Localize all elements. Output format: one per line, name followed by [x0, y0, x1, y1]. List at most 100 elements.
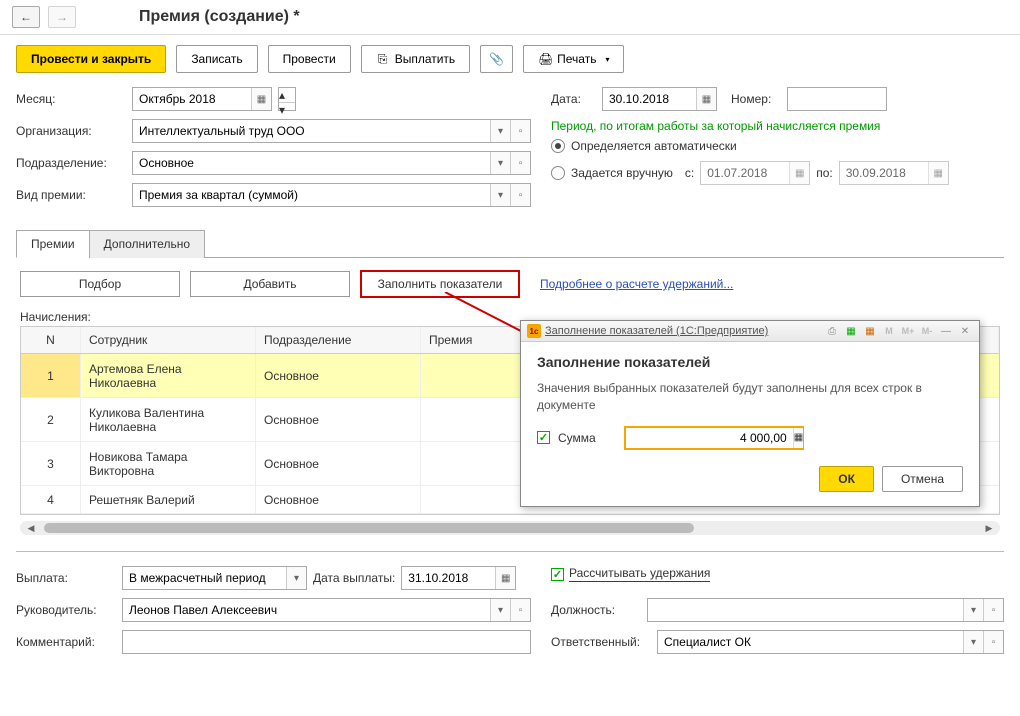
attach-icon: 📎 — [489, 52, 504, 66]
col-employee: Сотрудник — [81, 327, 256, 353]
print-icon: 🖨 — [538, 52, 552, 66]
calendar-icon[interactable]: ▦ — [495, 567, 515, 589]
from-label: с: — [685, 166, 694, 180]
popup-cancel-button[interactable]: Отмена — [882, 466, 963, 492]
number-label: Номер: — [731, 92, 781, 106]
scroll-right-icon[interactable]: ▶ — [982, 521, 996, 535]
period-header: Период, по итогам работы за который начи… — [551, 119, 1004, 133]
pay-button[interactable]: ⎘Выплатить — [361, 45, 471, 73]
popup-heading: Заполнение показателей — [537, 354, 963, 370]
select-button[interactable]: Подбор — [20, 271, 180, 297]
number-input[interactable] — [788, 88, 886, 110]
calendar-icon[interactable]: ▦ — [789, 162, 809, 184]
attach-button[interactable]: 📎 — [480, 45, 513, 73]
to-label: по: — [816, 166, 833, 180]
manager-input[interactable] — [123, 599, 490, 621]
calc-icon[interactable]: ▦ — [793, 428, 803, 448]
org-label: Организация: — [16, 124, 126, 138]
app-1c-icon: 1c — [527, 324, 541, 338]
save-button[interactable]: Записать — [176, 45, 257, 73]
bonus-type-label: Вид премии: — [16, 188, 126, 202]
period-manual-radio[interactable] — [551, 166, 565, 180]
dept-label: Подразделение: — [16, 156, 126, 170]
calc-deductions-checkbox[interactable]: Рассчитывать удержания — [551, 566, 1004, 582]
manager-label: Руководитель: — [16, 603, 116, 617]
responsible-label: Ответственный: — [551, 635, 651, 649]
tab-bonuses[interactable]: Премии — [16, 230, 90, 258]
sum-input[interactable] — [626, 428, 793, 448]
calendar-icon[interactable]: ▦ — [928, 162, 948, 184]
sum-checkbox[interactable] — [537, 431, 550, 444]
ext-icon[interactable]: ▫ — [510, 184, 530, 206]
popup-mplus-icon[interactable]: M+ — [900, 324, 916, 338]
payout-label: Выплата: — [16, 571, 116, 585]
month-up-button[interactable]: ▴ — [279, 88, 295, 103]
fill-indicators-button[interactable]: Заполнить показатели — [360, 270, 520, 298]
calendar-icon[interactable]: ▦ — [251, 88, 271, 110]
dropdown-icon[interactable]: ▾ — [490, 120, 510, 142]
position-label: Должность: — [551, 603, 641, 617]
month-label: Месяц: — [16, 92, 126, 106]
payout-input[interactable] — [123, 567, 286, 589]
submit-button[interactable]: Провести — [268, 45, 351, 73]
month-input[interactable] — [133, 88, 251, 110]
ext-icon[interactable]: ▫ — [510, 152, 530, 174]
bonus-type-input[interactable] — [133, 184, 490, 206]
dropdown-icon: ▾ — [605, 55, 609, 64]
position-input[interactable] — [648, 599, 963, 621]
checkbox-checked-icon — [551, 568, 564, 581]
period-auto-radio[interactable]: Определяется автоматически — [551, 139, 1004, 153]
date-label: Дата: — [551, 92, 596, 106]
col-dept: Подразделение — [256, 327, 421, 353]
submit-close-button[interactable]: Провести и закрыть — [16, 45, 166, 73]
ext-icon[interactable]: ▫ — [983, 631, 1003, 653]
dropdown-icon[interactable]: ▾ — [963, 599, 983, 621]
calendar-icon[interactable]: ▦ — [696, 88, 716, 110]
sum-label: Сумма — [558, 431, 596, 445]
dropdown-icon[interactable]: ▾ — [490, 599, 510, 621]
month-down-button[interactable]: ▾ — [279, 103, 295, 117]
dropdown-icon[interactable]: ▾ — [286, 567, 306, 589]
dropdown-icon[interactable]: ▾ — [490, 184, 510, 206]
popup-m-icon[interactable]: M — [881, 324, 897, 338]
comment-input[interactable] — [123, 631, 530, 653]
period-from-input[interactable] — [701, 162, 789, 184]
dropdown-icon[interactable]: ▾ — [490, 152, 510, 174]
ext-icon[interactable]: ▫ — [510, 120, 530, 142]
popup-close-icon[interactable]: ✕ — [957, 324, 973, 338]
radio-checked-icon — [551, 139, 565, 153]
col-n: N — [21, 327, 81, 353]
popup-description: Значения выбранных показателей будут зап… — [537, 380, 963, 414]
date-input[interactable] — [603, 88, 696, 110]
period-to-input[interactable] — [840, 162, 928, 184]
ext-icon[interactable]: ▫ — [983, 599, 1003, 621]
scroll-thumb[interactable] — [44, 523, 694, 533]
popup-cal-icon[interactable]: ▦ — [862, 324, 878, 338]
nav-forward-button[interactable]: → — [48, 6, 76, 28]
popup-print-icon[interactable]: ⎙ — [824, 324, 840, 338]
comment-label: Комментарий: — [16, 635, 116, 649]
popup-minimize-icon[interactable]: — — [938, 324, 954, 338]
add-button[interactable]: Добавить — [190, 271, 350, 297]
pay-icon: ⎘ — [376, 52, 390, 66]
popup-mminus-icon[interactable]: M- — [919, 324, 935, 338]
dept-input[interactable] — [133, 152, 490, 174]
print-button[interactable]: 🖨Печать▾ — [523, 45, 624, 73]
payout-date-input[interactable] — [402, 567, 495, 589]
page-title: Премия (создание) * — [139, 8, 300, 26]
col-bonus: Премия — [421, 327, 521, 353]
tab-additional[interactable]: Дополнительно — [89, 230, 205, 258]
payout-date-label: Дата выплаты: — [313, 571, 395, 585]
popup-window-title: Заполнение показателей (1С:Предприятие) — [545, 325, 820, 337]
ext-icon[interactable]: ▫ — [510, 599, 530, 621]
horizontal-scrollbar[interactable]: ◀ ▶ — [20, 521, 1000, 535]
org-input[interactable] — [133, 120, 490, 142]
dropdown-icon[interactable]: ▾ — [963, 631, 983, 653]
responsible-input[interactable] — [658, 631, 963, 653]
popup-ok-button[interactable]: ОК — [819, 466, 874, 492]
deductions-link[interactable]: Подробнее о расчете удержаний... — [540, 277, 733, 291]
nav-back-button[interactable]: ← — [12, 6, 40, 28]
popup-grid-icon[interactable]: ▦ — [843, 324, 859, 338]
fill-indicators-popup: 1c Заполнение показателей (1С:Предприяти… — [520, 320, 980, 507]
scroll-left-icon[interactable]: ◀ — [24, 521, 38, 535]
